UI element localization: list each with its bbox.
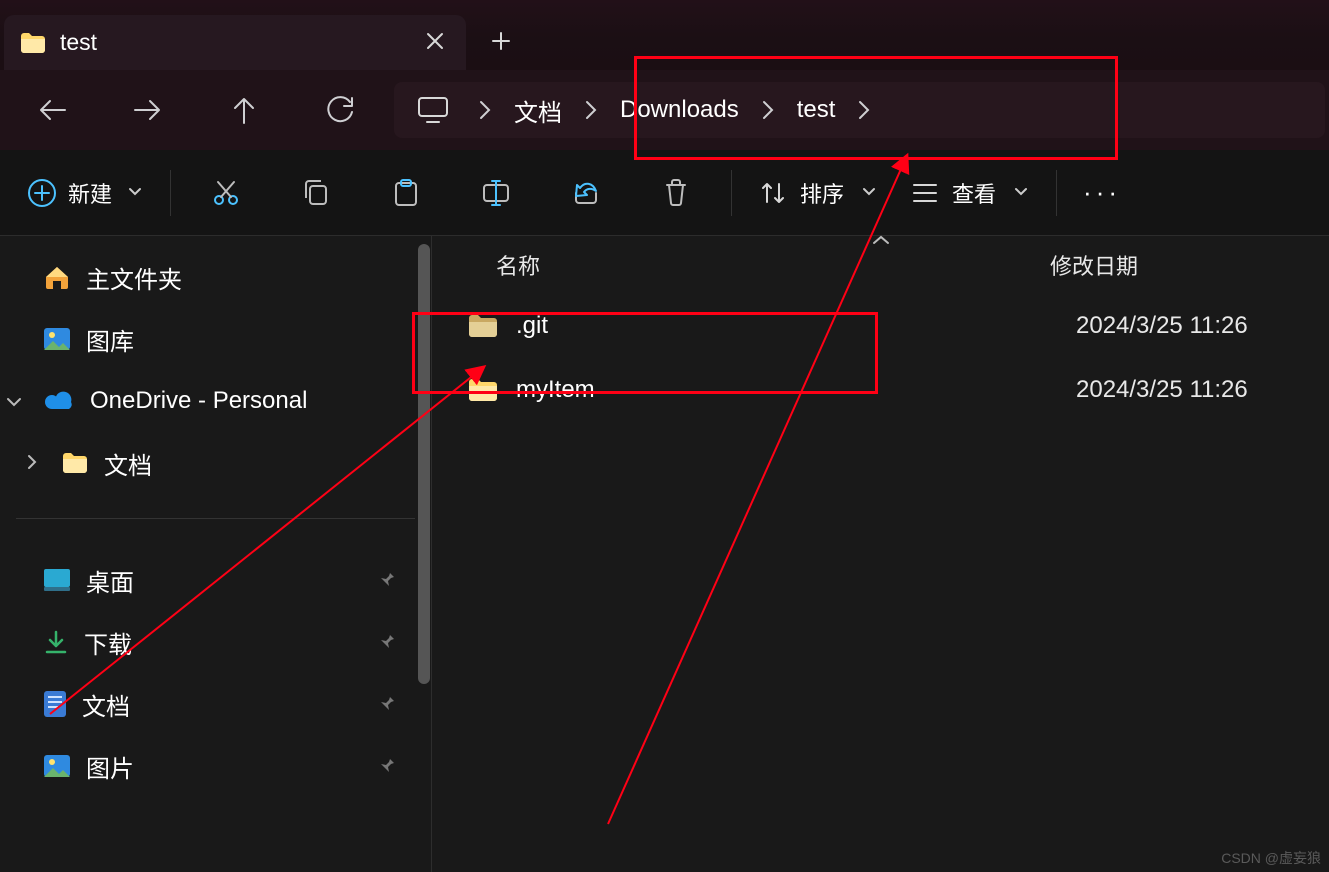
pin-icon <box>377 628 395 656</box>
download-icon <box>44 630 68 654</box>
file-name: myItem <box>516 376 1076 404</box>
sidebar-item-onedrive-docs[interactable]: 文档 <box>0 432 431 494</box>
sidebar-onedrive-docs-label: 文档 <box>104 446 152 481</box>
pin-icon <box>377 752 395 780</box>
folder-icon <box>468 314 498 338</box>
file-date: 2024/3/25 11:26 <box>1076 312 1329 340</box>
refresh-button[interactable] <box>292 80 388 140</box>
sort-label: 排序 <box>800 177 844 209</box>
divider <box>731 170 732 216</box>
chevron-down-icon <box>1014 184 1028 202</box>
plus-circle-icon <box>28 179 56 207</box>
new-button[interactable]: 新建 <box>12 168 160 218</box>
file-name: .git <box>516 312 1076 340</box>
copy-button[interactable] <box>271 163 361 223</box>
chevron-right-icon <box>574 100 608 120</box>
toolbar: 新建 排序 查看 · <box>0 150 1329 236</box>
cut-button[interactable] <box>181 163 271 223</box>
chevron-down-icon <box>128 184 142 202</box>
address-bar[interactable]: 文档 Downloads test <box>394 82 1325 138</box>
view-button[interactable]: 查看 <box>894 163 1046 223</box>
sort-icon <box>760 180 786 206</box>
gallery-icon <box>44 328 70 350</box>
sidebar-downloads-label: 下载 <box>84 625 132 660</box>
desktop-icon <box>44 569 70 591</box>
sidebar-onedrive-label: OneDrive - Personal <box>90 387 307 415</box>
sidebar-desktop-label: 桌面 <box>86 563 134 598</box>
document-icon <box>44 691 66 717</box>
divider <box>1056 170 1057 216</box>
delete-button[interactable] <box>631 163 721 223</box>
breadcrumb-item-1[interactable]: Downloads <box>608 96 751 124</box>
pictures-icon <box>44 755 70 777</box>
file-list: 名称 修改日期 .git 2024/3/25 11:26 myItem 2024… <box>432 236 1329 872</box>
new-tab-button[interactable] <box>476 16 526 66</box>
sidebar-pictures-label: 图片 <box>86 749 134 784</box>
scrollbar-thumb[interactable] <box>418 244 430 684</box>
folder-icon <box>62 452 88 474</box>
sidebar-scrollbar[interactable] <box>417 236 431 872</box>
sort-button[interactable]: 排序 <box>742 163 894 223</box>
column-name[interactable]: 名称 <box>432 249 1046 281</box>
chevron-right-icon <box>468 100 502 120</box>
onedrive-icon <box>44 391 74 411</box>
chevron-down-icon <box>6 387 22 415</box>
tab-bar: test <box>0 0 1329 70</box>
sidebar-item-pictures[interactable]: 图片 <box>0 735 431 797</box>
divider <box>170 170 171 216</box>
column-date[interactable]: 修改日期 <box>1046 249 1329 281</box>
sidebar-gallery-label: 图库 <box>86 322 134 357</box>
nav-row: 文档 Downloads test <box>0 70 1329 150</box>
pin-icon <box>377 690 395 718</box>
folder-icon <box>20 32 46 54</box>
chevron-right-icon <box>847 100 881 120</box>
divider <box>16 518 415 519</box>
sidebar-item-documents[interactable]: 文档 <box>0 673 431 735</box>
new-label: 新建 <box>68 177 112 209</box>
breadcrumb-item-0[interactable]: 文档 <box>502 93 574 128</box>
breadcrumb-item-2[interactable]: test <box>785 96 848 124</box>
collapse-arrow-icon[interactable] <box>872 232 890 250</box>
paste-button[interactable] <box>361 163 451 223</box>
this-pc-icon <box>394 97 468 123</box>
close-tab-button[interactable] <box>420 24 450 62</box>
sidebar-item-desktop[interactable]: 桌面 <box>0 549 431 611</box>
file-date: 2024/3/25 11:26 <box>1076 376 1329 404</box>
sidebar-item-gallery[interactable]: 图库 <box>0 308 431 370</box>
chevron-right-icon <box>751 100 785 120</box>
tab-title: test <box>60 29 97 56</box>
share-button[interactable] <box>541 163 631 223</box>
rename-button[interactable] <box>451 163 541 223</box>
file-row-myitem[interactable]: myItem 2024/3/25 11:26 <box>432 358 1329 422</box>
more-button[interactable]: ··· <box>1067 177 1137 208</box>
sidebar-item-onedrive[interactable]: OneDrive - Personal <box>0 370 431 432</box>
view-label: 查看 <box>952 177 996 209</box>
sidebar-home-label: 主文件夹 <box>86 260 182 295</box>
pin-icon <box>377 566 395 594</box>
view-icon <box>912 182 938 204</box>
watermark: CSDN @虚妄狼 <box>1221 848 1321 868</box>
sidebar-documents-label: 文档 <box>82 687 130 722</box>
sidebar: 主文件夹 图库 OneDrive - Personal 文档 <box>0 236 432 872</box>
up-button[interactable] <box>196 80 292 140</box>
file-row-git[interactable]: .git 2024/3/25 11:26 <box>432 294 1329 358</box>
back-button[interactable] <box>4 80 100 140</box>
folder-icon <box>468 378 498 402</box>
chevron-down-icon <box>862 184 876 202</box>
tab-test[interactable]: test <box>4 15 466 70</box>
home-icon <box>44 265 70 289</box>
chevron-right-icon <box>26 449 38 477</box>
sidebar-item-downloads[interactable]: 下载 <box>0 611 431 673</box>
forward-button[interactable] <box>100 80 196 140</box>
sidebar-item-home[interactable]: 主文件夹 <box>0 246 431 308</box>
